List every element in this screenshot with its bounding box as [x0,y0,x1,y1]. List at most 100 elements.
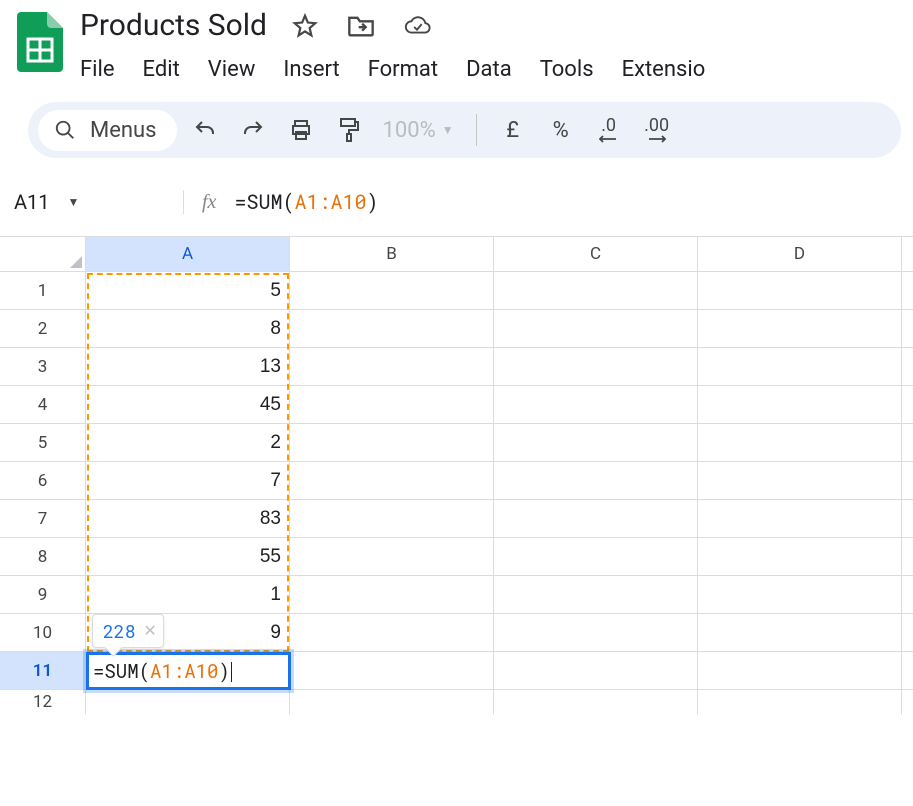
cell[interactable]: 8 [86,310,290,347]
cell[interactable] [290,538,494,575]
undo-button[interactable] [185,110,225,150]
cell[interactable] [698,310,902,347]
decrease-decimal-label: .0 [601,117,616,135]
cell[interactable]: 7 [86,462,290,499]
cell[interactable] [494,500,698,537]
toolbar: Menus 100% ▼ £ % .0 .00 [28,102,901,158]
increase-decimal-button[interactable]: .00 [637,110,677,150]
star-icon[interactable] [291,12,319,40]
edit-prefix: =SUM( [93,659,150,684]
paint-format-button[interactable] [329,110,369,150]
col-header-d[interactable]: D [698,237,902,271]
cell[interactable] [698,272,902,309]
print-button[interactable] [281,110,321,150]
percent-button[interactable]: % [541,110,581,150]
cell-editor[interactable]: =SUM(A1:A10) [86,652,291,690]
row-header[interactable]: 7 [0,500,86,537]
cell[interactable]: 5 [86,272,290,309]
redo-button[interactable] [233,110,273,150]
cell[interactable] [698,424,902,461]
row-header[interactable]: 5 [0,424,86,461]
redo-icon [241,118,265,142]
undo-icon [193,118,217,142]
cell[interactable] [290,462,494,499]
cell[interactable]: 1 [86,576,290,613]
cell[interactable] [494,310,698,347]
name-box[interactable]: A11 ▼ [14,190,184,214]
cell[interactable]: 13 [86,348,290,385]
print-icon [289,118,313,142]
cell[interactable] [698,348,902,385]
menu-file[interactable]: File [80,53,115,86]
cell[interactable] [494,272,698,309]
row-header[interactable]: 1 [0,272,86,309]
cell[interactable] [290,614,494,651]
move-to-folder-icon[interactable] [347,12,375,40]
cell[interactable] [290,424,494,461]
cell[interactable] [494,538,698,575]
formula-bar[interactable]: =SUM(A1:A10) [234,189,378,215]
paint-format-icon [337,117,361,143]
cell[interactable] [494,424,698,461]
cell[interactable] [698,690,902,714]
menu-data[interactable]: Data [466,53,512,86]
row-header[interactable]: 2 [0,310,86,347]
menu-edit[interactable]: Edit [143,53,180,86]
cell[interactable]: 2 [86,424,290,461]
cell[interactable] [86,690,290,714]
cell[interactable] [494,348,698,385]
doc-title[interactable]: Products Sold [80,8,267,43]
search-icon [54,119,76,141]
cell[interactable] [698,538,902,575]
cell[interactable] [698,576,902,613]
col-header-c[interactable]: C [494,237,698,271]
row-header[interactable]: 11 [0,652,86,689]
row-header[interactable]: 10 [0,614,86,651]
row-header[interactable]: 12 [0,690,86,714]
currency-button[interactable]: £ [493,110,533,150]
cell[interactable] [290,690,494,714]
cell[interactable] [698,500,902,537]
decrease-decimal-button[interactable]: .0 [589,110,629,150]
sheets-logo[interactable] [12,14,68,70]
cell[interactable] [494,614,698,651]
cell[interactable] [290,386,494,423]
select-all-corner[interactable] [0,237,86,271]
menu-insert[interactable]: Insert [283,53,339,86]
cell[interactable] [290,272,494,309]
cell[interactable] [290,310,494,347]
cell[interactable] [494,462,698,499]
chevron-down-icon[interactable]: ▼ [68,195,80,209]
menus-search[interactable]: Menus [38,110,177,151]
cell[interactable] [494,652,698,689]
cell[interactable] [698,614,902,651]
zoom-dropdown[interactable]: 100% ▼ [377,118,460,143]
cell[interactable] [290,652,494,689]
cell[interactable] [494,386,698,423]
cell[interactable]: 45 [86,386,290,423]
row-header[interactable]: 6 [0,462,86,499]
col-header-b[interactable]: B [290,237,494,271]
cloud-status-icon[interactable] [403,12,431,40]
col-header-a[interactable]: A [86,237,290,271]
row-header[interactable]: 9 [0,576,86,613]
close-icon[interactable]: ✕ [143,621,156,641]
menu-extensions[interactable]: Extensio [622,53,706,86]
cell[interactable] [698,462,902,499]
cell[interactable] [290,348,494,385]
menu-view[interactable]: View [208,53,256,86]
cell[interactable]: 83 [86,500,290,537]
cell[interactable] [698,386,902,423]
menu-tools[interactable]: Tools [540,53,594,86]
cell[interactable] [494,690,698,714]
menu-format[interactable]: Format [368,53,438,86]
cell[interactable]: 55 [86,538,290,575]
row-header[interactable]: 4 [0,386,86,423]
cell[interactable] [494,576,698,613]
fx-icon: fx [184,191,234,214]
cell[interactable] [290,500,494,537]
cell[interactable] [290,576,494,613]
row-header[interactable]: 8 [0,538,86,575]
row-header[interactable]: 3 [0,348,86,385]
cell[interactable] [698,652,902,689]
